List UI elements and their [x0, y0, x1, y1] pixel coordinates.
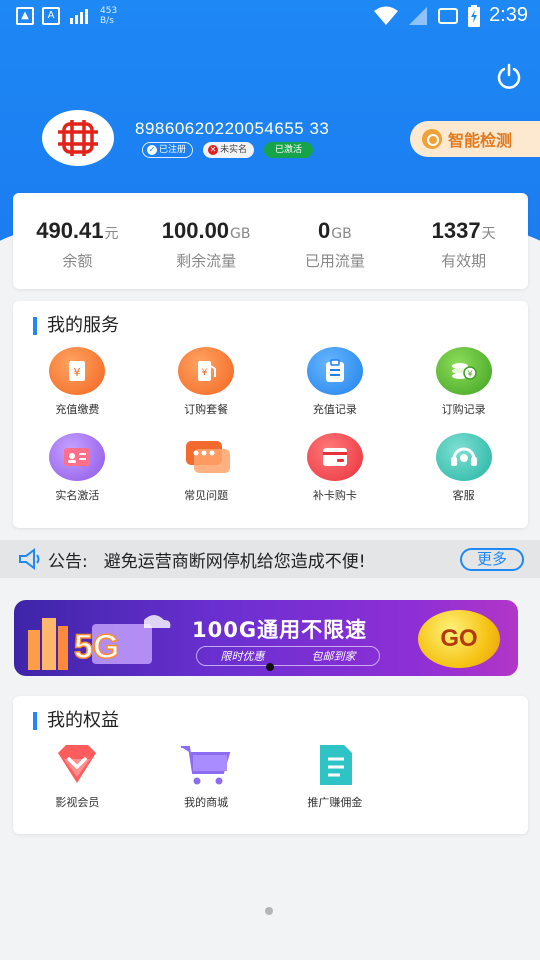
go-button[interactable]: GO [418, 610, 500, 668]
service-order-package[interactable]: ¥ 订购套餐 [142, 347, 271, 417]
power-icon[interactable] [495, 62, 523, 90]
net-speed-unit: B/s [100, 16, 114, 26]
cellular-icon [409, 6, 428, 25]
coins-icon: ¥ [435, 347, 492, 395]
stat-validity[interactable]: 1337天 有效期 [399, 193, 528, 289]
banner-tag-discount: 限时优惠 [220, 650, 265, 663]
registered-badge: ✓ 已注册 [142, 142, 194, 158]
service-replace-card[interactable]: 补卡购卡 [271, 433, 400, 503]
promo-banner[interactable]: 5G 100G通用不限速 限时优惠 包邮到家 GO [14, 600, 518, 676]
svg-text:¥: ¥ [202, 368, 208, 378]
clock: 2:39 [489, 4, 528, 26]
wifi-icon [374, 6, 399, 25]
id-card-icon [49, 433, 106, 481]
vip-diamond-icon [49, 742, 105, 788]
activated-badge: 已激活 [264, 142, 314, 158]
status-bar: ▲ A 453 B/s 2:39 [0, 0, 540, 36]
recharge-icon: ¥ [49, 347, 106, 395]
my-services-card: 我的服务 ¥ 充值缴费 ¥ 订购套餐 充值记录 ¥ 订购记录 实名激活 常见问题… [13, 301, 528, 528]
notice-label: 公告: [48, 551, 88, 572]
page-indicator [265, 907, 273, 915]
rights-video-vip[interactable]: 影视会员 [13, 742, 142, 810]
services-title: 我的服务 [33, 317, 119, 335]
svg-text:¥: ¥ [74, 366, 81, 379]
more-button[interactable]: 更多 [460, 548, 524, 571]
service-realname-activation[interactable]: 实名激活 [13, 433, 142, 503]
clipboard-icon [306, 347, 363, 395]
china-unicom-knot-icon [58, 120, 98, 156]
net-speed-value: 453 [100, 6, 118, 16]
city-5g-illustration: 5G [28, 615, 171, 670]
headset-icon [435, 433, 492, 481]
banner-tag-shipping: 包邮到家 [311, 650, 356, 663]
app-a-icon: A [42, 7, 60, 25]
phone-number: 89860620220054655 33 [135, 119, 330, 138]
service-customer-support[interactable]: 客服 [399, 433, 528, 503]
battery-icon [468, 4, 481, 27]
banner-indicator-dot [266, 663, 274, 671]
signal-icon [70, 9, 88, 24]
account-tags: ✓ 已注册 ✕ 未实名 已激活 [142, 142, 314, 158]
service-faq[interactable]: 常见问题 [142, 433, 271, 503]
svg-text:¥: ¥ [467, 370, 472, 379]
gallery-icon: ▲ [16, 7, 34, 25]
stat-remaining-data[interactable]: 100.00GB 剩余流量 [142, 193, 271, 289]
card-icon [306, 433, 363, 481]
5g-badge: 5G [74, 628, 119, 666]
my-rights-card: 我的权益 影视会员 我的商城 推广赚佣金 [13, 696, 528, 834]
screenshot-icon [438, 7, 459, 24]
banner-headline: 100G通用不限速 [192, 618, 368, 642]
stat-used-data[interactable]: 0GB 已用流量 [271, 193, 400, 289]
cross-icon: ✕ [208, 145, 219, 155]
rights-my-mall[interactable]: 我的商城 [142, 742, 271, 810]
notice-bar: 公告: 避免运营商断网停机给您造成不便! 更多 [0, 540, 540, 578]
unverified-badge: ✕ 未实名 [203, 142, 255, 158]
check-icon: ✓ [147, 145, 157, 155]
stat-balance[interactable]: 490.41元 余额 [13, 193, 142, 289]
carrier-logo [42, 110, 114, 166]
smart-check-button[interactable]: 智能检测 [410, 121, 540, 157]
document-icon [307, 742, 363, 788]
service-recharge-history[interactable]: 充值记录 [271, 347, 400, 417]
service-recharge[interactable]: ¥ 充值缴费 [13, 347, 142, 417]
notice-message[interactable]: 避免运营商断网停机给您造成不便! [104, 547, 366, 572]
banner-tags: 限时优惠 包邮到家 [196, 646, 380, 666]
account-stats-card: 490.41元 余额 100.00GB 剩余流量 0GB 已用流量 1337天 … [13, 193, 528, 289]
package-icon: ¥ [178, 347, 235, 395]
rights-title: 我的权益 [33, 712, 119, 730]
megaphone-icon [19, 548, 40, 570]
smart-check-icon [422, 129, 442, 149]
shopping-cart-icon [178, 742, 234, 788]
rights-referral-commission[interactable]: 推广赚佣金 [271, 742, 400, 810]
service-order-history[interactable]: ¥ 订购记录 [399, 347, 528, 417]
chat-icon [178, 433, 234, 481]
